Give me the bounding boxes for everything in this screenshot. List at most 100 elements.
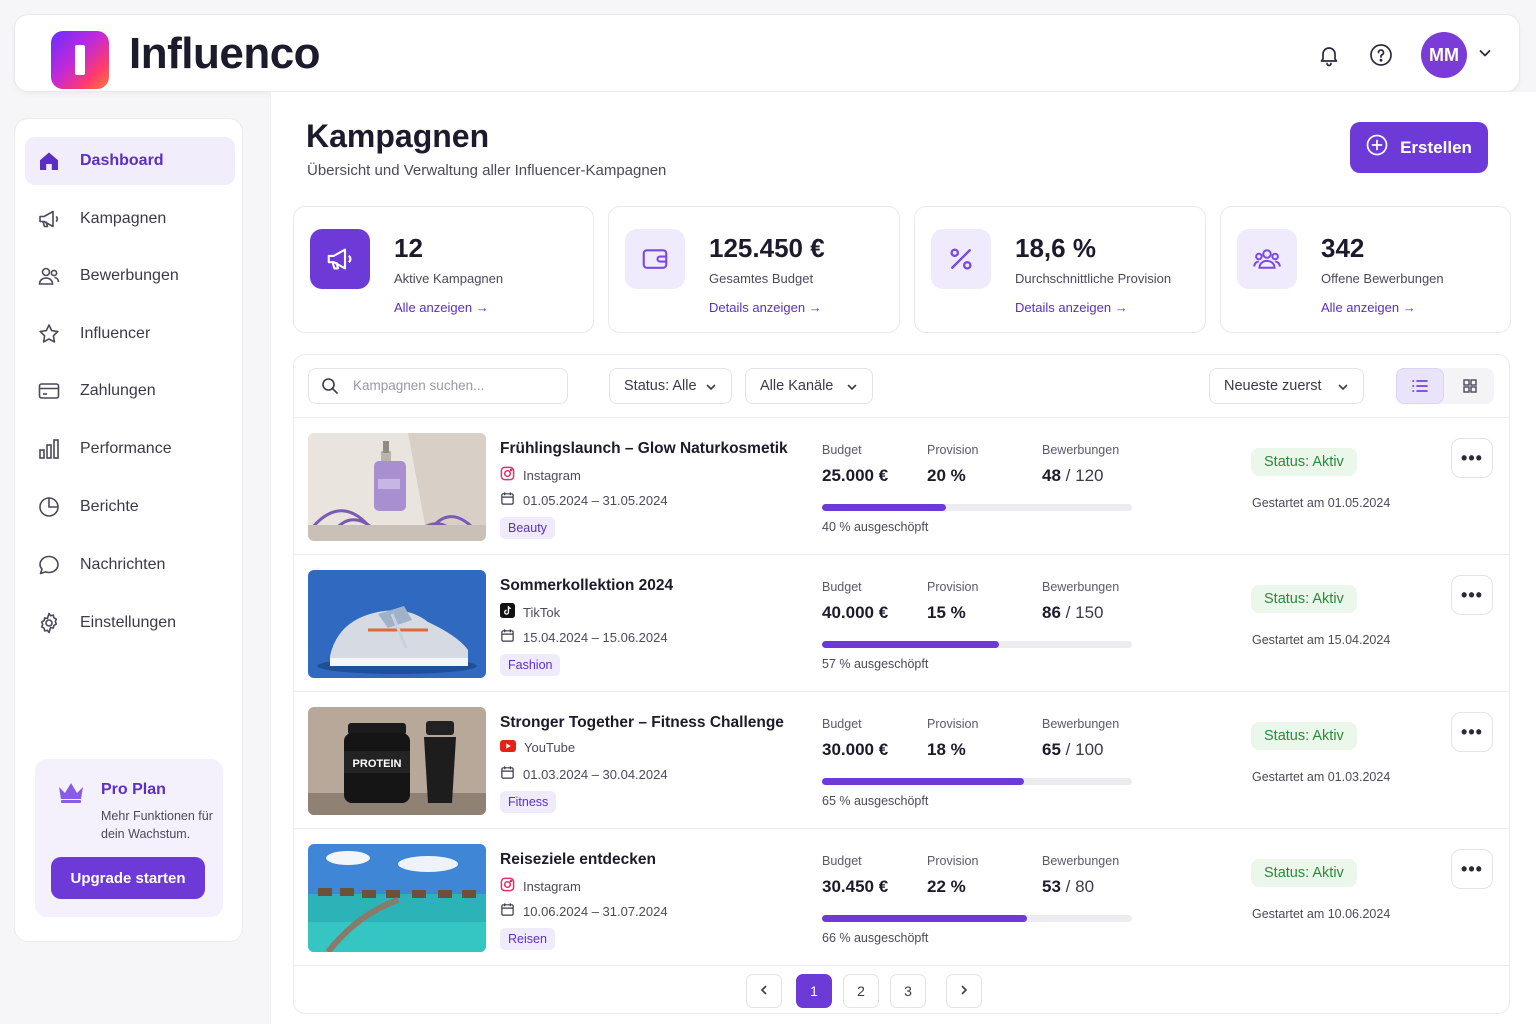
sort-dropdown[interactable]: Neueste zuerst xyxy=(1209,368,1364,404)
home-icon xyxy=(37,149,61,173)
status-badge: Status: Aktiv xyxy=(1251,448,1357,476)
crown-icon xyxy=(57,781,85,808)
stat-label: Aktive Kampagnen xyxy=(394,271,504,286)
stat-label: Durchschnittliche Provision xyxy=(1015,271,1172,286)
sidebar-item-label: Dashboard xyxy=(80,152,164,169)
applications-value: 86 / 150 xyxy=(1042,603,1104,622)
sidebar-item-label: Einstellungen xyxy=(80,614,177,631)
avatar[interactable]: MM xyxy=(1421,32,1467,78)
brand-name[interactable]: Influenco xyxy=(129,29,321,79)
provision-label: Provision xyxy=(927,854,979,868)
credit-card-icon xyxy=(37,379,61,403)
youtube-icon xyxy=(500,740,516,755)
status-filter-dropdown[interactable]: Status: Alle xyxy=(609,368,732,404)
sidebar-item-label: Nachrichten xyxy=(80,556,166,573)
stat-card-budget: 125.450 € Gesamtes Budget Details anzeig… xyxy=(608,206,900,333)
campaign-list: Kampagnen suchen... Status: Alle Alle Ka… xyxy=(293,354,1510,1014)
budget-label: Budget xyxy=(822,580,862,594)
provision-value: 22 % xyxy=(927,877,966,896)
status-badge: Status: Aktiv xyxy=(1251,585,1357,613)
product-label-text: PROTEIN xyxy=(353,758,402,770)
stat-value: 12 xyxy=(394,233,423,263)
budget-value: 25.000 € xyxy=(822,466,889,485)
budget-progress-bar xyxy=(822,778,1132,785)
channel-filter-dropdown[interactable]: Alle Kanäle xyxy=(745,368,873,404)
search-input[interactable]: Kampagnen suchen... xyxy=(308,368,568,404)
budget-label: Budget xyxy=(822,854,862,868)
stat-link[interactable]: Details anzeigen → xyxy=(709,300,822,315)
chevron-down-icon xyxy=(1337,381,1349,397)
logo-icon[interactable] xyxy=(51,31,109,89)
chevron-down-icon xyxy=(846,381,858,397)
provision-value: 18 % xyxy=(927,740,966,759)
applications-label: Bewerbungen xyxy=(1042,443,1120,457)
provision-label: Provision xyxy=(927,717,979,731)
campaign-dates: 01.03.2024 – 30.04.2024 xyxy=(500,765,668,783)
budget-value: 40.000 € xyxy=(822,603,889,622)
create-button[interactable]: Erstellen xyxy=(1350,122,1488,173)
pagination-page-2[interactable]: 2 xyxy=(843,974,879,1008)
bell-icon[interactable] xyxy=(1313,39,1345,71)
campaign-thumbnail: PROTEIN xyxy=(308,707,486,815)
calendar-icon xyxy=(500,491,515,509)
pie-chart-icon xyxy=(37,495,61,519)
more-options-button[interactable]: ••• xyxy=(1451,575,1493,615)
pagination-prev-button[interactable] xyxy=(746,974,782,1008)
table-row[interactable]: Reiseziele entdecken Instagram 10.06.202… xyxy=(294,828,1509,965)
more-options-button[interactable]: ••• xyxy=(1451,849,1493,889)
megaphone-icon xyxy=(310,229,370,289)
more-options-button[interactable]: ••• xyxy=(1451,712,1493,752)
budget-progress-fill xyxy=(822,778,1024,785)
sidebar-item-dashboard[interactable]: Dashboard xyxy=(25,137,235,185)
wallet-icon xyxy=(625,229,685,289)
chevron-down-icon[interactable] xyxy=(1477,45,1493,66)
table-row[interactable]: Sommerkollektion 2024 TikTok 15.04.2024 … xyxy=(294,554,1509,691)
budget-label: Budget xyxy=(822,443,862,457)
table-row[interactable]: PROTEIN Stronger Together – Fitness Chal… xyxy=(294,691,1509,828)
table-row[interactable]: Frühlingslaunch – Glow Naturkosmetik Ins… xyxy=(294,417,1509,554)
calendar-icon xyxy=(500,765,515,783)
pagination-next-button[interactable] xyxy=(946,974,982,1008)
campaign-title[interactable]: Frühlingslaunch – Glow Naturkosmetik xyxy=(500,440,788,458)
arrow-right-icon: → xyxy=(808,300,822,315)
applications-value: 53 / 80 xyxy=(1042,877,1095,896)
pro-plan-title: Pro Plan xyxy=(101,781,166,798)
sidebar-item-bewerbungen[interactable]: Bewerbungen xyxy=(25,252,235,300)
sidebar-item-einstellungen[interactable]: Einstellungen xyxy=(25,599,235,647)
applications-value: 48 / 120 xyxy=(1042,466,1104,485)
budget-label: Budget xyxy=(822,717,862,731)
sidebar-item-nachrichten[interactable]: Nachrichten xyxy=(25,541,235,589)
stat-label: Offene Bewerbungen xyxy=(1321,271,1444,286)
more-icon: ••• xyxy=(1461,447,1483,468)
budget-value: 30.450 € xyxy=(822,877,889,896)
tiktok-icon xyxy=(500,603,515,621)
stat-link[interactable]: Alle anzeigen → xyxy=(394,300,489,315)
sidebar-item-performance[interactable]: Performance xyxy=(25,425,235,473)
arrow-right-icon: → xyxy=(1402,300,1416,315)
applications-label: Bewerbungen xyxy=(1042,717,1120,731)
group-icon xyxy=(1237,229,1297,289)
bar-chart-icon xyxy=(37,437,61,461)
more-options-button[interactable]: ••• xyxy=(1451,438,1493,478)
sidebar-item-berichte[interactable]: Berichte xyxy=(25,483,235,531)
sidebar: Dashboard Kampagnen Bewerbungen Influenc… xyxy=(14,118,243,942)
search-icon xyxy=(321,377,339,400)
campaign-platform: YouTube xyxy=(500,740,575,755)
campaign-title[interactable]: Reiseziele entdecken xyxy=(500,851,656,869)
sidebar-item-influencer[interactable]: Influencer xyxy=(25,310,235,358)
sidebar-item-zahlungen[interactable]: Zahlungen xyxy=(25,367,235,415)
budget-progress-bar xyxy=(822,915,1132,922)
budget-progress-bar xyxy=(822,504,1132,511)
campaign-title[interactable]: Stronger Together – Fitness Challenge xyxy=(500,714,784,732)
grid-view-icon[interactable] xyxy=(1446,368,1494,404)
pagination-page-1[interactable]: 1 xyxy=(796,974,832,1008)
list-view-icon[interactable] xyxy=(1396,368,1444,404)
pagination-page-3[interactable]: 3 xyxy=(890,974,926,1008)
sidebar-item-kampagnen[interactable]: Kampagnen xyxy=(25,195,235,243)
sidebar-item-label: Bewerbungen xyxy=(80,267,179,284)
campaign-title[interactable]: Sommerkollektion 2024 xyxy=(500,577,673,595)
stat-link[interactable]: Alle anzeigen → xyxy=(1321,300,1416,315)
help-icon[interactable] xyxy=(1365,39,1397,71)
stat-link[interactable]: Details anzeigen → xyxy=(1015,300,1128,315)
upgrade-button[interactable]: Upgrade starten xyxy=(51,857,205,899)
